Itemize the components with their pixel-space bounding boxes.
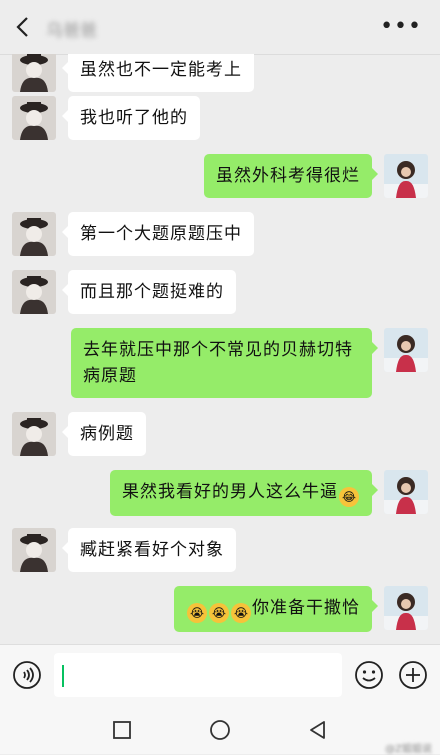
contact-avatar[interactable] bbox=[12, 412, 56, 456]
outgoing-message[interactable]: 去年就压中那个不常见的贝赫切特病原题 bbox=[71, 328, 378, 398]
incoming-message[interactable]: 第一个大题原题压中 bbox=[62, 212, 254, 256]
text-caret bbox=[62, 665, 64, 687]
back-arrow-icon[interactable] bbox=[10, 12, 36, 42]
crying-emoji-icon: 😭 bbox=[231, 603, 251, 623]
incoming-message[interactable]: 而且那个题挺难的 bbox=[62, 270, 236, 314]
message-text: 你准备干撒恰 bbox=[252, 598, 360, 618]
back-nav-icon[interactable] bbox=[306, 718, 330, 742]
my-avatar[interactable] bbox=[384, 586, 428, 630]
crying-emoji-icon: 😭 bbox=[187, 603, 207, 623]
home-icon[interactable] bbox=[208, 718, 232, 742]
crying-emoji-icon: 😭 bbox=[209, 603, 229, 623]
voice-input-icon[interactable] bbox=[12, 660, 42, 690]
incoming-message[interactable]: 病例题 bbox=[62, 412, 146, 456]
contact-avatar[interactable] bbox=[12, 212, 56, 256]
input-bar bbox=[0, 644, 440, 707]
message-input[interactable] bbox=[54, 653, 342, 697]
laughing-tears-emoji-icon: 😂 bbox=[339, 487, 359, 507]
contact-avatar[interactable] bbox=[12, 54, 56, 92]
my-avatar[interactable] bbox=[384, 328, 428, 372]
emoji-icon[interactable] bbox=[354, 660, 384, 690]
message-text: 果然我看好的男人这么牛逼 bbox=[122, 482, 338, 502]
more-options-icon[interactable]: ••• bbox=[380, 14, 422, 39]
watermark: @Z姐姐说 bbox=[385, 740, 432, 755]
my-avatar[interactable] bbox=[384, 154, 428, 198]
my-avatar[interactable] bbox=[384, 470, 428, 514]
system-navigation-bar bbox=[0, 706, 440, 754]
message-text: 赶紧看好个对象 bbox=[98, 540, 224, 560]
outgoing-message[interactable]: 😭 😭 😭 你准备干撒恰 bbox=[174, 586, 378, 632]
watermark-text: @Z姐姐说 bbox=[385, 744, 432, 755]
contact-avatar[interactable] bbox=[12, 528, 56, 572]
contact-avatar[interactable] bbox=[12, 96, 56, 140]
chat-header: 乌爸爸 ••• bbox=[0, 0, 440, 55]
message-prefix: 臧 bbox=[80, 540, 98, 560]
outgoing-message[interactable]: 果然我看好的男人这么牛逼 😂 bbox=[110, 470, 378, 516]
message-list[interactable]: 虽然也不一定能考上 我也听了他的 虽然外科考得很烂 第一个大题原题压中 而且那个… bbox=[0, 54, 440, 644]
incoming-message[interactable]: 我也听了他的 bbox=[62, 96, 200, 140]
plus-icon[interactable] bbox=[398, 660, 428, 690]
contact-avatar[interactable] bbox=[12, 270, 56, 314]
outgoing-message[interactable]: 虽然外科考得很烂 bbox=[204, 154, 378, 198]
chat-title: 乌爸爸 bbox=[46, 21, 97, 41]
incoming-message[interactable]: 虽然也不一定能考上 bbox=[62, 54, 254, 92]
incoming-message[interactable]: 臧赶紧看好个对象 bbox=[62, 528, 236, 572]
recent-apps-icon[interactable] bbox=[110, 718, 134, 742]
